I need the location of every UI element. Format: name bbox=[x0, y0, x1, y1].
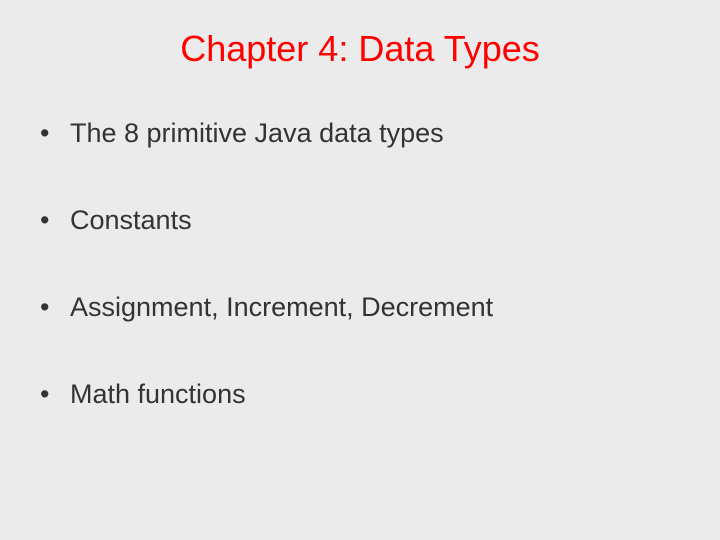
list-item: The 8 primitive Java data types bbox=[40, 118, 680, 149]
slide-title: Chapter 4: Data Types bbox=[100, 28, 620, 70]
list-item: Constants bbox=[40, 205, 680, 236]
list-item: Math functions bbox=[40, 379, 680, 410]
bullet-list: The 8 primitive Java data types Constant… bbox=[40, 118, 680, 410]
list-item: Assignment, Increment, Decrement bbox=[40, 292, 680, 323]
slide: Chapter 4: Data Types The 8 primitive Ja… bbox=[0, 0, 720, 540]
